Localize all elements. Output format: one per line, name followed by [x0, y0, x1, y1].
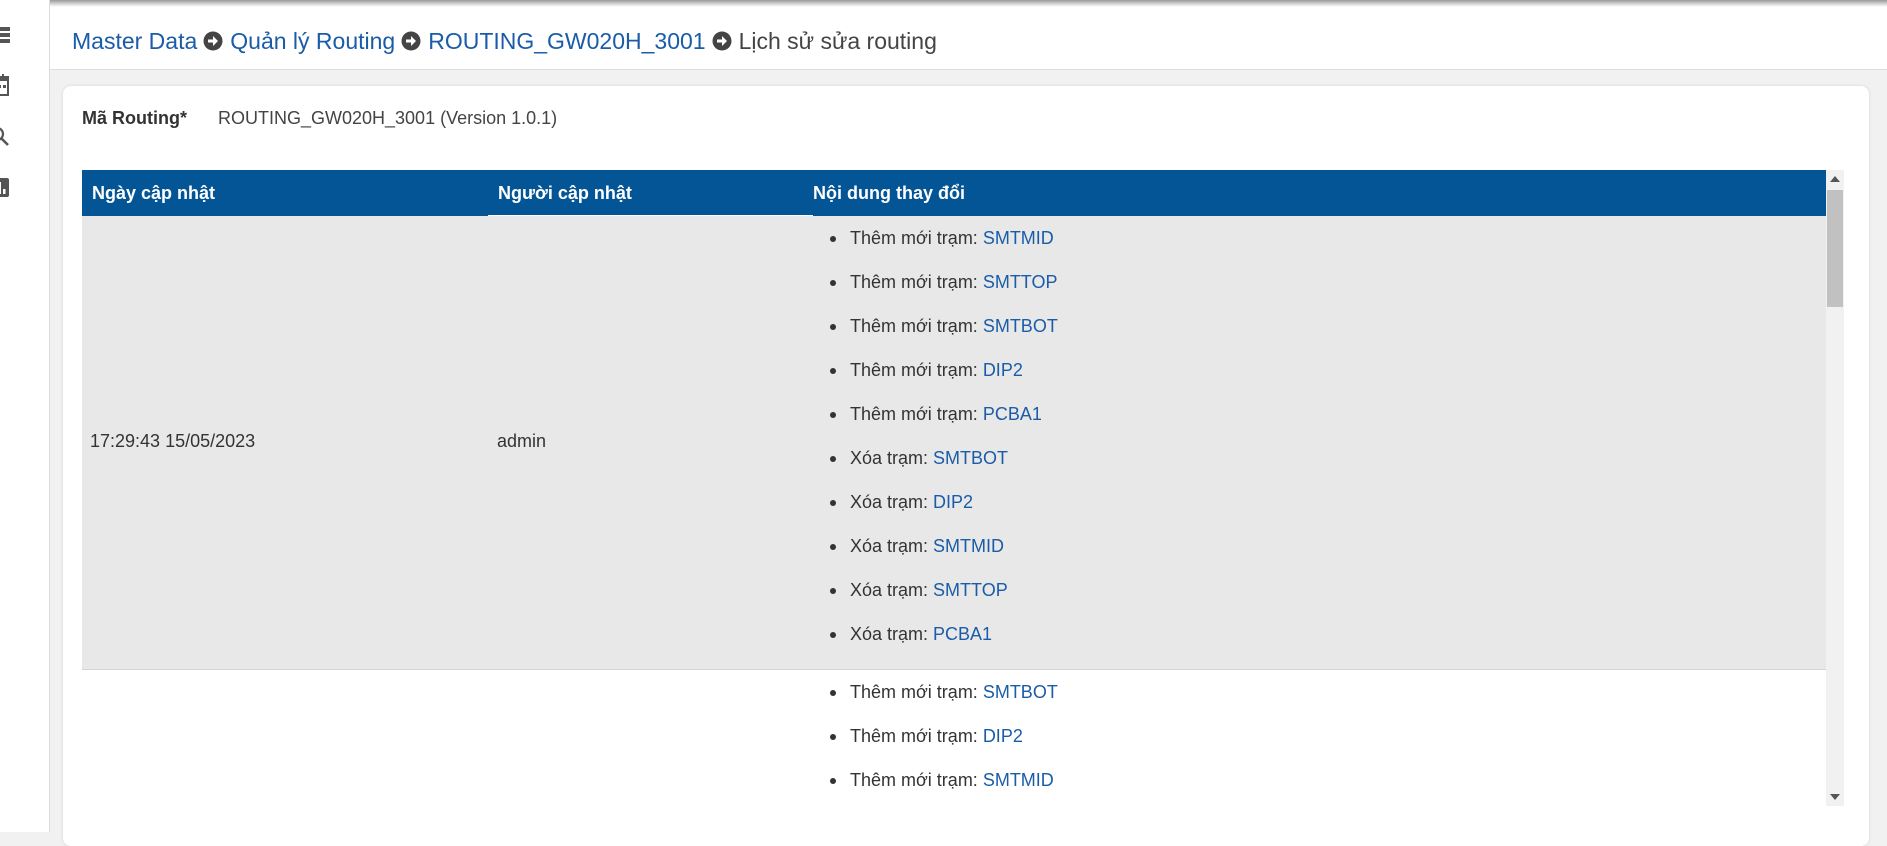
- change-item: Xóa trạm: SMTBOT: [830, 444, 1058, 488]
- routing-code-label: Mã Routing*: [82, 108, 187, 128]
- table-scrollbar[interactable]: [1826, 170, 1844, 806]
- change-action: Thêm mới trạm:: [850, 272, 983, 292]
- history-table: Ngày cập nhật Người cập nhật Nội dung th…: [82, 170, 1844, 806]
- change-item: Thêm mới trạm: PCBA1: [830, 400, 1058, 444]
- breadcrumb-routing-management[interactable]: Quản lý Routing: [230, 28, 395, 55]
- change-item: Xóa trạm: DIP2: [830, 488, 1058, 532]
- change-action: Thêm mới trạm:: [850, 316, 983, 336]
- change-item: Thêm mới trạm: SMTMID: [830, 766, 1058, 806]
- table-row: Thêm mới trạm: SMTBOT Thêm mới trạm: DIP…: [82, 670, 1826, 806]
- cell-updated-by: admin: [497, 431, 547, 451]
- station-link[interactable]: SMTMID: [983, 770, 1054, 790]
- change-action: Xóa trạm:: [850, 448, 934, 468]
- change-action: Thêm mới trạm:: [850, 360, 983, 380]
- station-link[interactable]: DIP2: [983, 726, 1023, 746]
- station-link[interactable]: SMTMID: [983, 228, 1054, 248]
- change-action: Thêm mới trạm:: [850, 228, 983, 248]
- change-list: Thêm mới trạm: SMTBOT Thêm mới trạm: DIP…: [830, 678, 1058, 806]
- change-action: Xóa trạm:: [850, 624, 934, 644]
- breadcrumb-master-data[interactable]: Master Data: [72, 28, 197, 55]
- change-action: Thêm mới trạm:: [850, 682, 983, 702]
- bar-chart-icon[interactable]: [0, 175, 20, 201]
- breadcrumb-current-page: Lịch sử sửa routing: [738, 27, 937, 54]
- column-header-change-content[interactable]: Nội dung thay đổi: [813, 170, 965, 216]
- arrow-circle-right-icon: [712, 31, 732, 51]
- change-action: Thêm mới trạm:: [850, 726, 983, 746]
- change-item: Thêm mới trạm: SMTTOP: [830, 268, 1058, 312]
- scroll-down-arrow-icon[interactable]: [1830, 794, 1840, 800]
- change-item: Xóa trạm: PCBA1: [830, 620, 1058, 664]
- change-item: Thêm mới trạm: SMTMID: [830, 224, 1058, 268]
- scrollbar-thumb[interactable]: [1827, 190, 1843, 307]
- calendar-icon[interactable]: [0, 73, 20, 99]
- column-header-update-date[interactable]: Ngày cập nhật: [92, 170, 215, 216]
- change-list: Thêm mới trạm: SMTMID Thêm mới trạm: SMT…: [830, 224, 1058, 664]
- station-link[interactable]: SMTBOT: [983, 316, 1058, 336]
- list-icon[interactable]: [0, 22, 20, 48]
- breadcrumb-routing-code[interactable]: ROUTING_GW020H_3001: [428, 28, 705, 55]
- change-item: Xóa trạm: SMTMID: [830, 532, 1058, 576]
- station-link[interactable]: SMTBOT: [983, 682, 1058, 702]
- table-row: 17:29:43 15/05/2023 admin Thêm mới trạm:…: [82, 216, 1826, 670]
- station-link[interactable]: SMTTOP: [933, 580, 1008, 600]
- station-link[interactable]: DIP2: [983, 360, 1023, 380]
- station-link[interactable]: SMTMID: [933, 536, 1004, 556]
- sidebar: [0, 0, 50, 832]
- column-header-updated-by[interactable]: Người cập nhật: [498, 170, 632, 216]
- station-link[interactable]: SMTBOT: [933, 448, 1008, 468]
- station-link[interactable]: DIP2: [933, 492, 973, 512]
- change-action: Xóa trạm:: [850, 492, 934, 512]
- scroll-up-arrow-icon[interactable]: [1830, 176, 1840, 182]
- change-item: Xóa trạm: SMTTOP: [830, 576, 1058, 620]
- change-item: Thêm mới trạm: DIP2: [830, 722, 1058, 766]
- change-action: Xóa trạm:: [850, 580, 934, 600]
- page-header: Master Data Quản lý Routing ROUTING_GW02…: [50, 7, 1887, 70]
- change-action: Xóa trạm:: [850, 536, 934, 556]
- change-action: Thêm mới trạm:: [850, 770, 983, 790]
- arrow-circle-right-icon: [401, 31, 421, 51]
- top-shadow: [50, 0, 1887, 7]
- search-icon[interactable]: [0, 125, 20, 151]
- change-item: Thêm mới trạm: SMTBOT: [830, 312, 1058, 356]
- history-card: Mã Routing* ROUTING_GW020H_3001 (Version…: [63, 86, 1869, 846]
- station-link[interactable]: PCBA1: [983, 404, 1042, 424]
- change-action: Thêm mới trạm:: [850, 404, 983, 424]
- station-link[interactable]: SMTTOP: [983, 272, 1058, 292]
- table-header: Ngày cập nhật Người cập nhật Nội dung th…: [82, 170, 1826, 217]
- arrow-circle-right-icon: [203, 31, 223, 51]
- change-item: Thêm mới trạm: DIP2: [830, 356, 1058, 400]
- cell-update-date: 17:29:43 15/05/2023: [90, 431, 256, 451]
- routing-code-value: ROUTING_GW020H_3001 (Version 1.0.1): [218, 108, 558, 128]
- station-link[interactable]: PCBA1: [933, 624, 992, 644]
- change-item: Thêm mới trạm: SMTBOT: [830, 678, 1058, 722]
- breadcrumb: Master Data Quản lý Routing ROUTING_GW02…: [72, 21, 937, 61]
